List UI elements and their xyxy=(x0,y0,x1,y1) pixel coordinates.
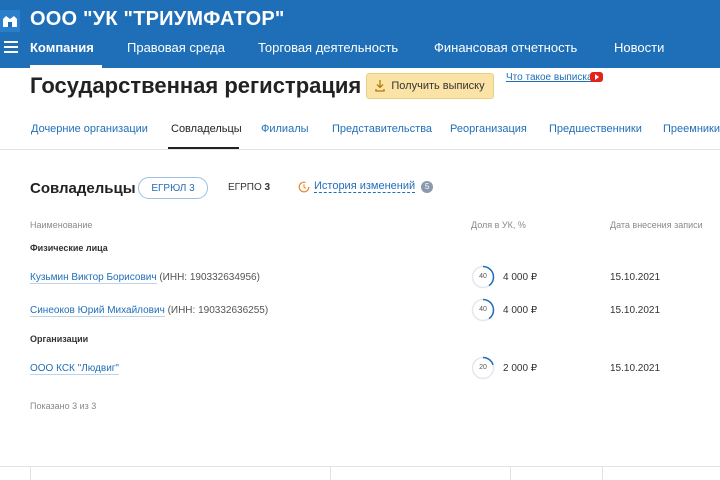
group-label-organizations: Организации xyxy=(30,334,89,344)
column-header-date: Дата внесения записи xyxy=(610,220,703,230)
egrpo-filter[interactable]: ЕГРПО 3 xyxy=(228,182,270,193)
history-clock-icon xyxy=(298,181,310,192)
top-header: ООО "УК "ТРИУМФАТОР" Компания Правовая с… xyxy=(0,0,720,68)
share-amount: 4 000 ₽ xyxy=(503,305,538,316)
share-ring: 40 xyxy=(471,265,495,289)
bottom-divider xyxy=(0,466,720,467)
history-link[interactable]: История изменений 5 xyxy=(298,180,434,193)
divider-tick xyxy=(602,466,603,480)
tab-subsidiaries[interactable]: Дочерние организации xyxy=(31,123,148,135)
owner-inn: (ИНН: 190332634956) xyxy=(159,272,260,283)
company-logo-icon[interactable] xyxy=(0,10,20,32)
share-percent: 20 xyxy=(479,364,487,371)
record-date: 15.10.2021 xyxy=(610,363,661,374)
get-extract-label: Получить выписку xyxy=(391,80,485,92)
download-icon xyxy=(375,80,386,92)
tab-successors[interactable]: Преемники xyxy=(663,123,720,135)
owner-inn: (ИНН: 190332636255) xyxy=(167,305,269,316)
history-label: История изменений xyxy=(314,180,416,193)
nav-item-legal[interactable]: Правовая среда xyxy=(127,40,225,55)
group-label-individuals: Физические лица xyxy=(30,243,108,253)
tab-representations[interactable]: Представительства xyxy=(332,123,432,135)
company-title: ООО "УК "ТРИУМФАТОР" xyxy=(30,8,285,30)
get-extract-button[interactable]: Получить выписку xyxy=(366,73,494,99)
record-date: 15.10.2021 xyxy=(610,272,661,283)
egrpo-count: 3 xyxy=(264,182,271,193)
history-count-badge: 5 xyxy=(421,180,434,193)
column-header-name: Наименование xyxy=(30,220,93,230)
share-percent: 40 xyxy=(479,306,487,313)
share-amount: 4 000 ₽ xyxy=(503,272,538,283)
nav-item-company[interactable]: Компания xyxy=(30,40,94,55)
egrul-filter-pill[interactable]: ЕГРЮЛ 3 xyxy=(138,177,208,199)
shown-count: Показано 3 из 3 xyxy=(30,401,97,411)
subtabs: Дочерние организации Совладельцы Филиалы… xyxy=(0,112,720,150)
nav-active-underline xyxy=(30,65,102,68)
share-ring: 20 xyxy=(471,356,495,380)
egrpo-label: ЕГРПО xyxy=(228,182,262,193)
tab-branches[interactable]: Филиалы xyxy=(261,123,309,135)
divider-tick xyxy=(510,466,511,480)
main-nav: Компания Правовая среда Торговая деятель… xyxy=(0,36,720,68)
nav-item-trade[interactable]: Торговая деятельность xyxy=(258,40,398,55)
what-is-extract-link[interactable]: Что такое выписка xyxy=(506,72,593,83)
nav-item-finance[interactable]: Финансовая отчетность xyxy=(434,40,577,55)
divider-tick xyxy=(330,466,331,480)
owner-link[interactable]: Кузьмин Виктор Борисович xyxy=(30,272,157,284)
divider-tick xyxy=(30,466,31,480)
tab-coowners[interactable]: Совладельцы xyxy=(171,123,242,135)
owner-link[interactable]: Синеоков Юрий Михайлович xyxy=(30,305,165,317)
record-date: 15.10.2021 xyxy=(610,305,661,316)
section-title: Совладельцы xyxy=(30,180,136,197)
page-title: Государственная регистрация xyxy=(30,73,362,98)
owner-link[interactable]: ООО КСК "Людвиг" xyxy=(30,363,119,375)
share-amount: 2 000 ₽ xyxy=(503,363,538,374)
column-header-share: Доля в УК, % xyxy=(471,220,526,230)
tab-active-underline xyxy=(168,147,239,149)
table-row: Синеоков Юрий Михайлович (ИНН: 190332636… xyxy=(30,305,269,317)
share-percent: 40 xyxy=(479,273,487,280)
table-row: Кузьмин Виктор Борисович (ИНН: 190332634… xyxy=(30,272,260,284)
youtube-icon[interactable] xyxy=(590,72,603,82)
table-row: ООО КСК "Людвиг" xyxy=(30,363,119,375)
tab-predecessors[interactable]: Предшественники xyxy=(549,123,642,135)
tab-reorganization[interactable]: Реорганизация xyxy=(450,123,527,135)
share-ring: 40 xyxy=(471,298,495,322)
nav-item-news[interactable]: Новости xyxy=(614,40,664,55)
